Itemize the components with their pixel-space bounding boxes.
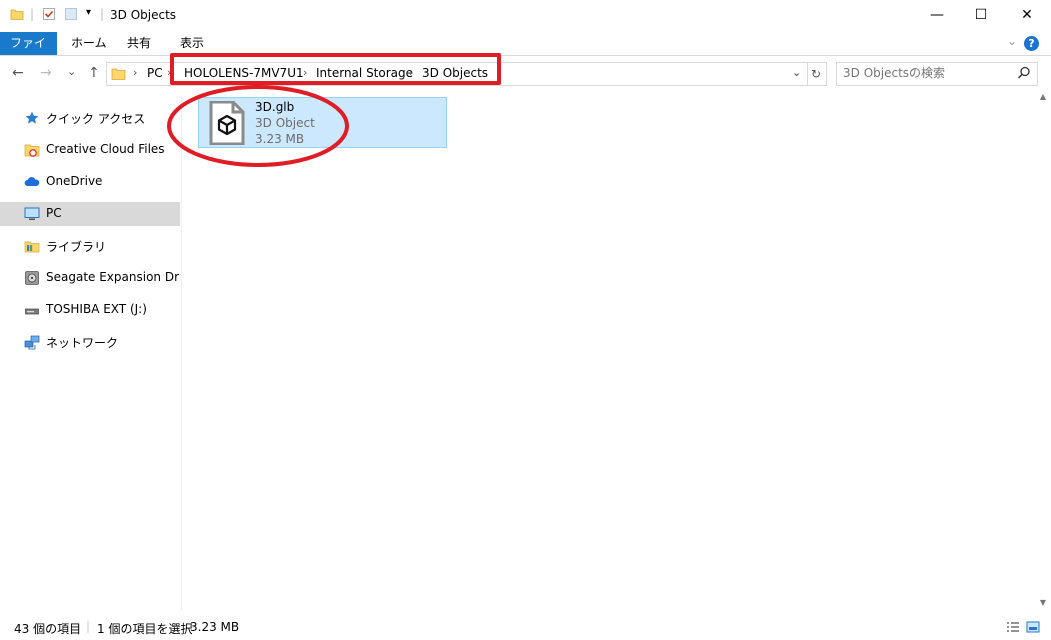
sidebar-item-toshiba-drive[interactable]: TOSHIBA EXT (J:) xyxy=(0,298,180,322)
sidebar-item-label: ネットワーク xyxy=(46,336,119,350)
window-title: 3D Objects xyxy=(110,8,177,22)
title-divider: | xyxy=(100,7,105,21)
sidebar-item-label: クイック アクセス xyxy=(46,112,146,126)
folder-icon xyxy=(111,68,126,80)
large-icons-view-icon[interactable] xyxy=(1026,621,1040,633)
sidebar-item-libraries[interactable]: ライブラリ xyxy=(0,234,180,258)
monitor-icon xyxy=(24,207,40,220)
ribbon-collapse-icon[interactable]: ⌄ xyxy=(1007,34,1017,48)
search-icon[interactable] xyxy=(1017,66,1031,80)
tab-view[interactable]: 表示 xyxy=(170,32,214,55)
tab-share[interactable]: 共有 xyxy=(117,32,161,55)
sidebar-item-label: PC xyxy=(46,206,62,220)
sidebar-item-label: TOSHIBA EXT (J:) xyxy=(46,302,147,316)
sidebar-item-label: OneDrive xyxy=(46,174,103,188)
search-box[interactable] xyxy=(836,62,1038,86)
sidebar-item-label: Seagate Expansion Drive ( xyxy=(46,270,180,284)
pane-splitter[interactable] xyxy=(181,96,182,610)
item-count: 43 個の項目 xyxy=(14,622,82,636)
help-button[interactable]: ? xyxy=(1024,36,1039,51)
vertical-scrollbar[interactable]: ▲ ▼ xyxy=(1035,92,1051,610)
qa-divider: | xyxy=(30,7,35,21)
sidebar-item-onedrive[interactable]: OneDrive xyxy=(0,170,180,194)
breadcrumb-separator: › xyxy=(133,66,138,79)
up-button[interactable]: ↑ xyxy=(88,65,100,81)
usb-drive-icon xyxy=(25,308,39,315)
cloud-icon xyxy=(24,177,40,186)
close-button[interactable]: ✕ xyxy=(1004,0,1050,30)
sidebar-item-label: Creative Cloud Files xyxy=(46,142,165,156)
scroll-down-icon[interactable]: ▼ xyxy=(1035,598,1051,610)
tab-home[interactable]: ホーム xyxy=(61,32,117,55)
sidebar-item-quick-access[interactable]: クイック アクセス xyxy=(0,106,180,130)
library-icon xyxy=(24,241,40,253)
tab-file[interactable]: ファイル xyxy=(0,32,57,72)
ribbon-tabs: ファイル ホーム 共有 表示 ⌄ ? xyxy=(0,32,1051,72)
sidebar-item-pc[interactable]: PC xyxy=(0,202,180,226)
star-icon xyxy=(25,111,39,124)
network-icon xyxy=(24,335,40,350)
refresh-button[interactable]: ↻ xyxy=(806,62,827,86)
customize-qa-icon[interactable]: ▾ xyxy=(86,7,91,18)
creative-cloud-folder-icon xyxy=(24,144,40,157)
title-bar: | ▾ | 3D Objects — ☐ ✕ xyxy=(0,0,1051,32)
maximize-button[interactable]: ☐ xyxy=(958,0,1004,30)
sidebar-item-creative-cloud[interactable]: Creative Cloud Files xyxy=(0,138,180,162)
annotation-rectangle xyxy=(170,53,501,85)
annotation-ellipse xyxy=(167,85,349,167)
search-input[interactable] xyxy=(843,66,1003,80)
recent-locations-button[interactable]: ⌄ xyxy=(67,65,76,78)
forward-button[interactable]: → xyxy=(40,65,52,81)
new-folder-icon[interactable] xyxy=(64,7,78,21)
external-drive-icon xyxy=(25,271,39,285)
status-divider: | xyxy=(86,619,91,633)
breadcrumb-pc[interactable]: PC xyxy=(147,66,163,80)
back-button[interactable]: ← xyxy=(12,65,24,81)
status-bar: 43 個の項目 | 1 個の項目を選択 3.23 MB xyxy=(0,616,1051,640)
details-view-icon[interactable] xyxy=(1006,621,1020,633)
selection-count: 1 個の項目を選択 xyxy=(97,622,193,636)
folder-icon xyxy=(10,9,24,20)
sidebar-item-seagate-drive[interactable]: Seagate Expansion Drive ( xyxy=(0,266,180,290)
minimize-button[interactable]: — xyxy=(914,0,960,30)
scroll-up-icon[interactable]: ▲ xyxy=(1035,92,1051,104)
address-dropdown-icon[interactable]: ⌄ xyxy=(792,66,801,79)
sidebar-item-label: ライブラリ xyxy=(46,240,107,254)
sidebar-item-network[interactable]: ネットワーク xyxy=(0,330,180,354)
properties-icon[interactable] xyxy=(42,7,56,21)
navigation-bar: ← → ⌄ ↑ › PC › HOLOLENS-7MV7U1 › Interna… xyxy=(0,56,1051,92)
navigation-pane: クイック アクセス Creative Cloud Files OneDrive … xyxy=(0,96,181,610)
selection-size: 3.23 MB xyxy=(190,620,240,634)
